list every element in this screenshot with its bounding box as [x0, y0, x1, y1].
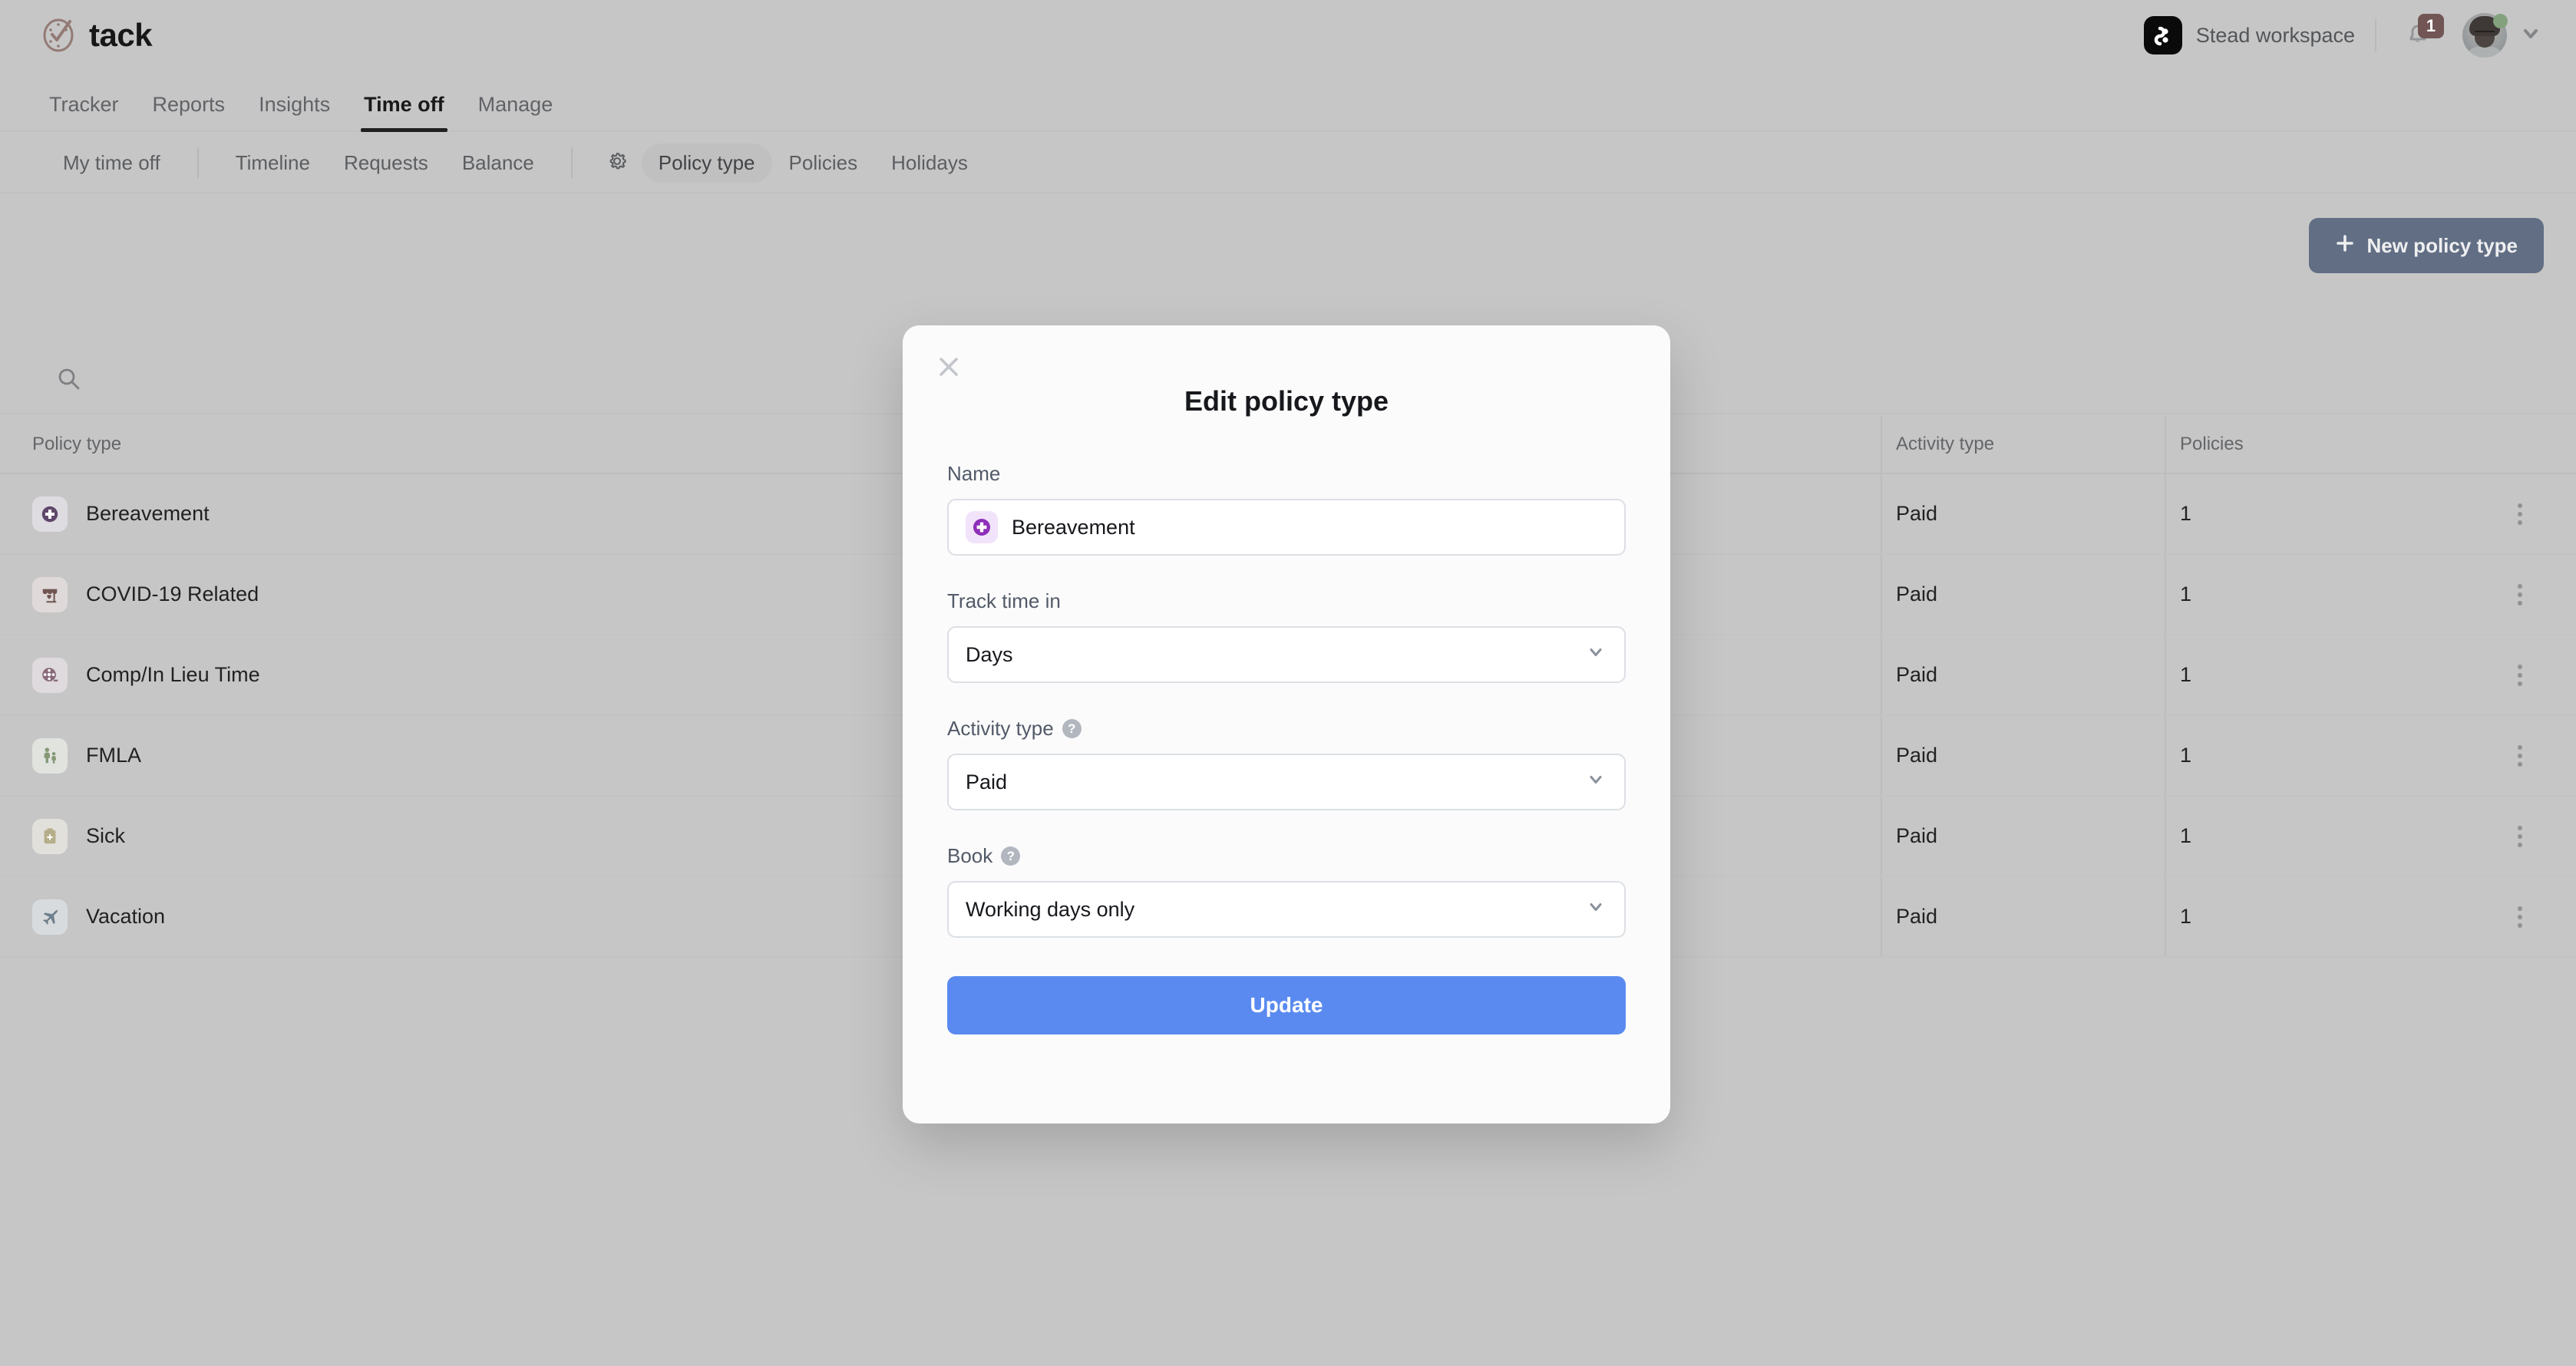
name-label-text: Name: [947, 462, 1001, 485]
activity-type-label: Activity type ?: [947, 717, 1626, 741]
book-label-text: Book: [947, 844, 993, 867]
name-label: Name: [947, 462, 1626, 486]
track-time-in-label: Track time in: [947, 589, 1626, 613]
book-select[interactable]: Working days only: [947, 881, 1626, 938]
activity-type-label-text: Activity type: [947, 717, 1054, 740]
activity-type-select[interactable]: Paid: [947, 754, 1626, 810]
edit-policy-type-modal: Edit policy type Name Bereavement Track …: [903, 325, 1670, 1123]
modal-title: Edit policy type: [1184, 385, 1389, 417]
name-input[interactable]: Bereavement: [1012, 516, 1135, 539]
chevron-down-icon: [1586, 770, 1606, 795]
update-button[interactable]: Update: [947, 976, 1626, 1034]
chevron-down-icon: [1586, 897, 1606, 922]
help-circle-icon[interactable]: ?: [1062, 719, 1082, 738]
edit-policy-type-form: Name Bereavement Track time in Days Acti…: [903, 462, 1670, 1034]
track-time-in-value: Days: [966, 642, 1013, 666]
chevron-down-icon: [1586, 642, 1606, 668]
app-root: tack Stead workspace 1 Tracker Reports I…: [0, 0, 2576, 1366]
book-value: Working days only: [966, 897, 1135, 921]
activity-type-value: Paid: [966, 770, 1008, 794]
close-icon: [936, 354, 962, 384]
book-label: Book ?: [947, 844, 1626, 868]
bereavement-cross-icon: [966, 511, 998, 543]
track-time-in-select[interactable]: Days: [947, 626, 1626, 683]
help-circle-icon[interactable]: ?: [1001, 846, 1021, 866]
track-time-in-label-text: Track time in: [947, 589, 1061, 612]
close-button[interactable]: [927, 347, 970, 390]
name-field[interactable]: Bereavement: [947, 499, 1626, 556]
